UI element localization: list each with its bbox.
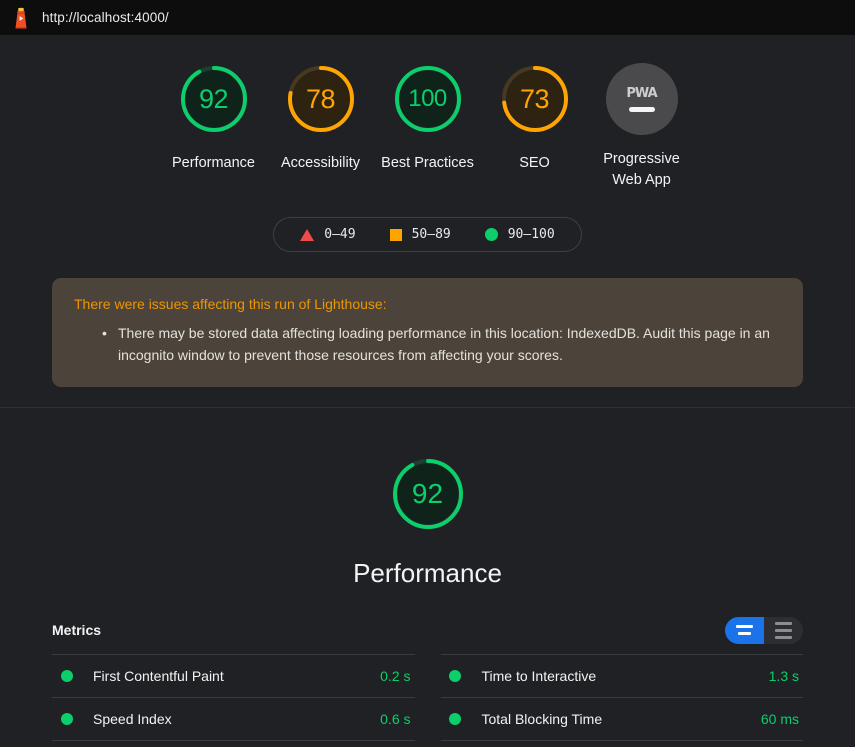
legend-item-average: 50–89 (389, 227, 451, 243)
warning-item: There may be stored data affecting loadi… (74, 322, 781, 367)
gauge-ring-performance: 92 (174, 59, 254, 139)
square-icon (389, 228, 402, 241)
pwa-badge: PWA (605, 63, 678, 135)
metrics-block: Metrics First Contentful Paint 0.2 s Spe… (0, 616, 855, 747)
metric-value: 60 ms (760, 710, 799, 727)
circle-icon (484, 228, 498, 242)
legend-range-average: 50–89 (411, 227, 451, 243)
warnings-box: There were issues affecting this run of … (52, 278, 803, 387)
score-gauge-accessibility[interactable]: 78 Accessibility (267, 59, 374, 174)
circle-icon (449, 669, 462, 682)
metric-name: Time to Interactive (481, 667, 597, 684)
toggle-bar-icon (738, 632, 751, 636)
toggle-simple-view[interactable] (725, 616, 764, 644)
circle-icon (60, 669, 73, 682)
score-gauge-pwa[interactable]: PWA Progressive Web App (588, 59, 695, 191)
warnings-title: There were issues affecting this run of … (74, 296, 387, 313)
url-bar: http://localhost:4000/ (0, 0, 855, 35)
metrics-column-right: Time to Interactive 1.3 s Total Blocking… (440, 653, 804, 747)
pwa-badge-label: PWA (626, 86, 657, 101)
category-gauge: 92 (386, 452, 470, 536)
warnings-wrapper: There were issues affecting this run of … (0, 278, 855, 387)
metric-name: Speed Index (93, 710, 172, 727)
legend-range-fail: 0–49 (324, 227, 356, 243)
circle-icon (449, 712, 462, 725)
triangle-icon (300, 228, 315, 241)
circle-icon (60, 712, 73, 725)
lighthouse-report: 92 Performance 78 Accessibility 100 Best… (0, 35, 855, 747)
score-gauge-best-practices[interactable]: 100 Best Practices (374, 59, 481, 174)
pwa-bar-icon (628, 107, 655, 112)
gauge-ring-seo: 73 (495, 59, 575, 139)
gauge-label-seo: SEO (519, 155, 550, 171)
gauge-label-performance: Performance (171, 155, 255, 171)
lighthouse-icon (15, 7, 27, 29)
toggle-bar-icon (775, 621, 792, 625)
gauge-value-performance: 92 (198, 83, 229, 114)
metric-name: First Contentful Paint (93, 667, 224, 684)
metric-row[interactable]: Total Blocking Time 60 ms (440, 698, 803, 741)
metric-row[interactable]: Largest Contentful Paint 1.4 s (52, 741, 415, 747)
toggle-bar-icon (775, 628, 792, 632)
category-title: Performance (353, 557, 502, 588)
score-gauges: 92 Performance 78 Accessibility 100 Best… (0, 59, 855, 191)
score-gauge-seo[interactable]: 73 SEO (481, 59, 588, 174)
score-gauge-performance[interactable]: 92 Performance (160, 59, 267, 174)
category-header: 92 Performance (0, 452, 855, 589)
category-score-value: 92 (411, 477, 444, 509)
toggle-bar-icon (775, 635, 792, 639)
toggle-detail-view[interactable] (764, 616, 803, 644)
metric-value: 0.6 s (380, 710, 411, 727)
gauge-ring-accessibility: 78 (281, 59, 361, 139)
performance-category: 92 Performance Metrics First Contentful … (0, 428, 855, 747)
scores-section: 92 Performance 78 Accessibility 100 Best… (0, 35, 855, 428)
gauge-label-pwa: Progressive Web App (603, 151, 680, 189)
gauge-value-best-practices: 100 (408, 85, 447, 112)
legend-item-fail: 0–49 (300, 227, 356, 243)
gauge-ring-best-practices: 100 (388, 59, 468, 139)
score-legend: 0–49 50–89 90–100 (273, 217, 582, 253)
toggle-bar-icon (736, 625, 753, 629)
score-legend-row: 0–49 50–89 90–100 (0, 217, 855, 253)
metric-row[interactable]: Cumulative Layout Shift 0.488 (441, 741, 804, 747)
section-divider (0, 406, 855, 408)
metrics-view-toggle (725, 616, 803, 644)
url-text[interactable]: http://localhost:4000/ (42, 10, 169, 25)
metric-value: 1.3 s (768, 667, 799, 684)
metric-name: Total Blocking Time (481, 710, 603, 727)
metric-row[interactable]: Speed Index 0.6 s (52, 698, 415, 741)
gauge-value-seo: 73 (519, 83, 550, 114)
gauge-label-best-practices: Best Practices (381, 155, 474, 171)
legend-range-pass: 90–100 (507, 227, 555, 243)
gauge-label-accessibility: Accessibility (281, 155, 360, 171)
metrics-columns: First Contentful Paint 0.2 s Speed Index… (52, 653, 804, 747)
metrics-header: Metrics (52, 616, 803, 644)
metrics-column-left: First Contentful Paint 0.2 s Speed Index… (52, 653, 415, 747)
metrics-heading: Metrics (52, 622, 102, 639)
metric-row[interactable]: Time to Interactive 1.3 s (440, 653, 803, 698)
metric-value: 0.2 s (380, 667, 411, 684)
legend-item-pass: 90–100 (484, 227, 555, 243)
metric-row[interactable]: First Contentful Paint 0.2 s (52, 653, 415, 698)
gauge-value-accessibility: 78 (305, 83, 336, 114)
warnings-list: There may be stored data affecting loadi… (74, 322, 781, 367)
